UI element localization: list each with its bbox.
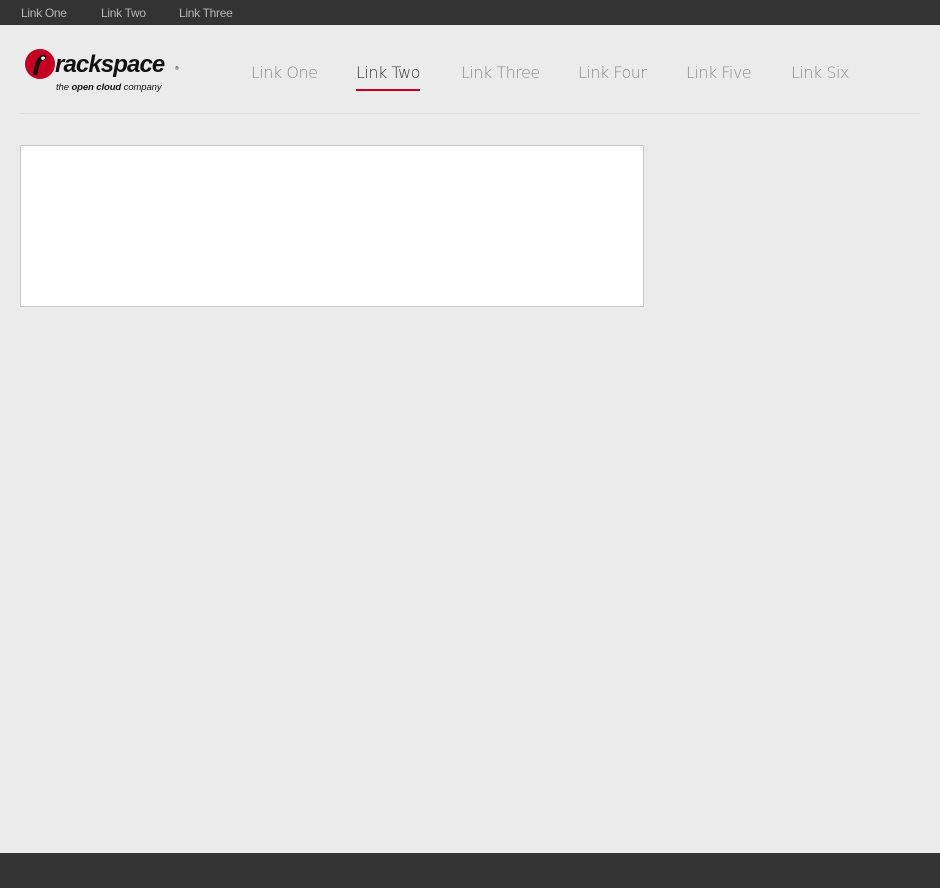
header-divider [20,113,920,114]
logo-wordmark: rackspace [55,51,165,78]
tagline-suffix: company [121,82,162,93]
tagline-prefix: the [56,82,72,93]
footer-bar [0,853,940,888]
top-link-one[interactable]: Link One [21,6,67,20]
top-link-two[interactable]: Link Two [101,6,146,20]
logo-registered-mark: ® [175,66,179,72]
top-link-three[interactable]: Link Three [179,6,233,20]
rackspace-logo[interactable]: rackspace ® the open cloud company [24,46,184,96]
content-panel [20,145,644,307]
tagline-bold: open cloud [71,82,122,93]
logo-tagline: the open cloud company [56,82,162,93]
active-nav-underline [356,89,420,91]
nav-link-two[interactable]: Link Two [356,62,420,84]
rackspace-logo-icon [25,49,55,79]
nav-link-four[interactable]: Link Four [578,62,647,84]
nav-link-five[interactable]: Link Five [686,62,752,84]
nav-link-six[interactable]: Link Six [791,62,849,84]
nav-link-three[interactable]: Link Three [461,62,540,84]
top-utility-bar: Link One Link Two Link Three [0,0,940,25]
nav-link-one[interactable]: Link One [251,62,318,84]
